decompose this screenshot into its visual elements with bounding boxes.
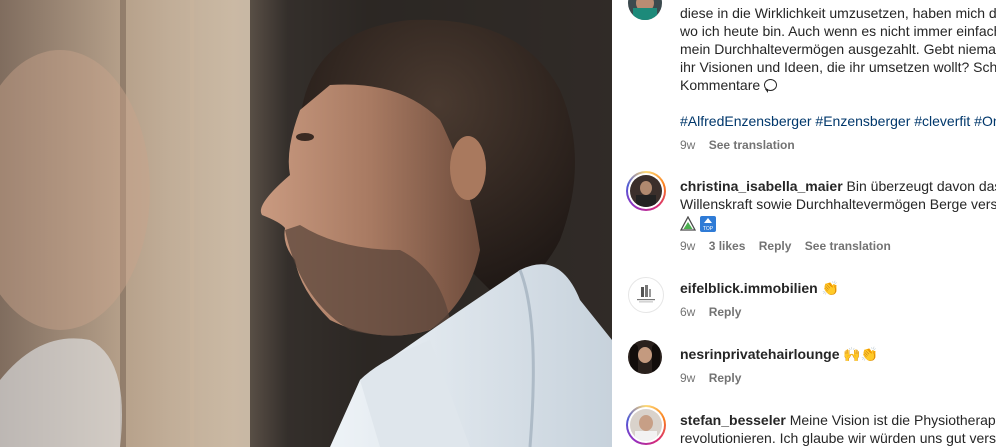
comment-username[interactable]: nesrinprivatehairlounge [680,346,839,362]
caption-line: Kommentare [680,76,996,94]
comment-username[interactable]: stefan_besseler [680,412,786,428]
comment-text: Meine Vision ist die Physiotherapie [789,412,996,428]
caption-line: wo ich heute bin. Auch wenn es nicht imm… [680,23,996,39]
caption-hashtags[interactable]: #AlfredEnzensberger #Enzensberger #cleve… [680,113,996,129]
comment-1-meta: 9w 3 likes Reply See translation [680,239,901,253]
commenter-avatar-story-ring[interactable] [626,405,666,445]
comment-emoji-line: TOP [679,214,996,236]
comment-2-meta: 6w Reply [680,305,751,319]
comment-username[interactable]: eifelblick.immobilien [680,280,818,296]
commenter-avatar[interactable] [628,277,664,313]
comment-3-meta: 9w Reply [680,371,751,385]
see-translation-button[interactable]: See translation [805,239,891,253]
warning-emoji-icon [679,215,697,232]
comment-bubble-icon [764,79,778,93]
portrait-illustration [0,0,612,447]
reply-button[interactable]: Reply [709,305,742,319]
comment-time: 9w [680,371,696,385]
see-translation-button[interactable]: See translation [709,138,795,152]
commenter-avatar[interactable] [628,340,662,374]
comment-text: revolutionieren. Ich glaube wir würden u… [680,430,996,446]
post-photo [0,0,612,447]
comment-time: 6w [680,305,696,319]
comments-panel: diese in die Wirklichkeit umzusetzen, ha… [612,0,996,447]
top-emoji-icon: TOP [699,216,716,233]
likes-count[interactable]: 3 likes [709,239,746,253]
comment-2: eifelblick.immobilien 👏 [680,279,839,297]
avatar [630,175,662,207]
caption-line: diese in die Wirklichkeit umzusetzen, ha… [680,5,996,21]
clap-emoji-icon: 👏 [821,280,840,296]
comment-4: stefan_besseler Meine Vision ist die Phy… [680,411,996,447]
post-author-avatar[interactable] [628,0,662,20]
caption-meta: 9w See translation [680,138,805,152]
reply-button[interactable]: Reply [709,371,742,385]
caption-line: ihr Visionen und Ideen, die ihr umsetzen… [680,59,996,75]
comment-text: Bin überzeugt davon das m [846,178,996,194]
caption-line: mein Durchhaltevermögen ausgezahlt. Gebt… [680,41,996,57]
raised-hands-emoji-icon: 🙌👏 [843,346,879,362]
comment-time: 9w [680,239,696,253]
comment-username[interactable]: christina_isabella_maier [680,178,843,194]
commenter-avatar-story-ring[interactable] [626,171,666,211]
avatar [630,409,662,441]
caption-time: 9w [680,138,696,152]
svg-text:TOP: TOP [703,226,714,232]
eifelblick-logo [637,285,655,303]
caption-last-line: Kommentare [680,77,761,93]
comment-3: nesrinprivatehairlounge 🙌👏 [680,345,878,363]
comment-1: christina_isabella_maier Bin überzeugt d… [679,177,996,236]
comment-text: Willenskraft sowie Durchhaltevermögen Be… [680,196,996,212]
reply-button[interactable]: Reply [759,239,792,253]
post-caption: diese in die Wirklichkeit umzusetzen, ha… [680,4,996,94]
